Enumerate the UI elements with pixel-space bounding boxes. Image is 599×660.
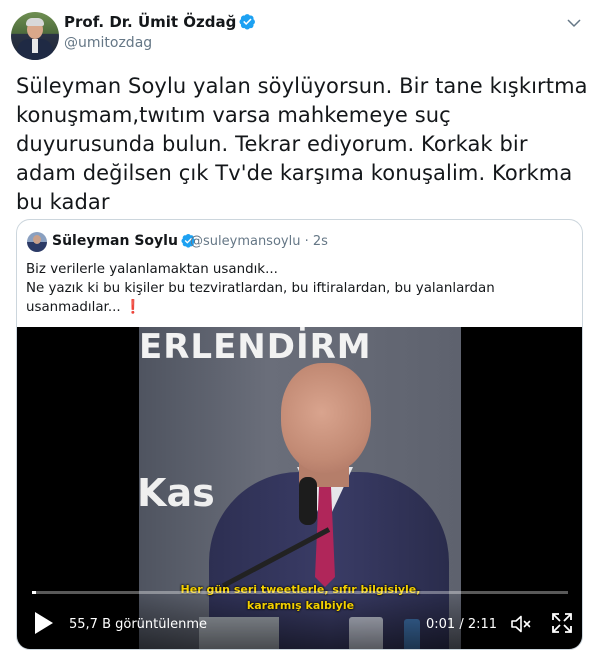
video-progress-fill[interactable]	[32, 591, 36, 594]
volume-icon[interactable]	[509, 612, 533, 636]
quoted-text-line: Biz verilerle yalanlamaktan usandık...	[26, 262, 278, 277]
view-count: 55,7 B görüntülenme	[69, 617, 208, 632]
video-banner-text-2: Kas	[139, 471, 215, 515]
video-player[interactable]: ERLENDİRM Kas Her gün seri tweetlerle, s…	[17, 327, 582, 649]
video-banner-text: ERLENDİRM	[139, 327, 372, 367]
quoted-handle-time: @suleymansoylu · 2s	[190, 234, 328, 249]
tweet-card: Prof. Dr. Ümit Özdağ @umitozdag Süleyman…	[0, 0, 599, 660]
video-subtitle: Her gün seri tweetlerle, sıfır bilgisiyl…	[180, 583, 421, 596]
quoted-text: Biz verilerle yalanlamaktan usandık... N…	[26, 260, 571, 317]
exclamation-emoji: ❗	[124, 300, 142, 315]
quoted-text-line: Ne yazık ki bu kişiler bu tezviratlardan…	[26, 281, 495, 296]
author-name[interactable]: Prof. Dr. Ümit Özdağ	[64, 13, 236, 31]
quoted-author-name-row: Süleyman Soylu	[52, 233, 196, 249]
author-handle[interactable]: @umitozdag	[64, 35, 152, 51]
quoted-author-name: Süleyman Soylu	[52, 233, 178, 249]
play-icon[interactable]	[33, 611, 55, 635]
quoted-text-line-last: usanmadılar... ❗	[26, 298, 571, 317]
author-name-row[interactable]: Prof. Dr. Ümit Özdağ	[64, 13, 256, 31]
tweet-text: Süleyman Soylu yalan söylüyorsun. Bir ta…	[16, 74, 588, 214]
quoted-text-line: usanmadılar...	[26, 300, 121, 315]
quoted-author-avatar[interactable]	[27, 232, 47, 252]
video-time: 0:01 / 2:11	[426, 617, 498, 632]
quoted-tweet[interactable]: Süleyman Soylu @suleymansoylu · 2s Biz v…	[16, 219, 583, 650]
fullscreen-icon[interactable]	[551, 612, 573, 634]
video-subtitle: kararmış kalbiyle	[246, 599, 355, 612]
author-avatar[interactable]	[11, 12, 59, 60]
verified-badge-icon	[239, 14, 256, 30]
chevron-down-icon[interactable]	[565, 14, 583, 32]
video-progress-track[interactable]	[32, 591, 568, 594]
